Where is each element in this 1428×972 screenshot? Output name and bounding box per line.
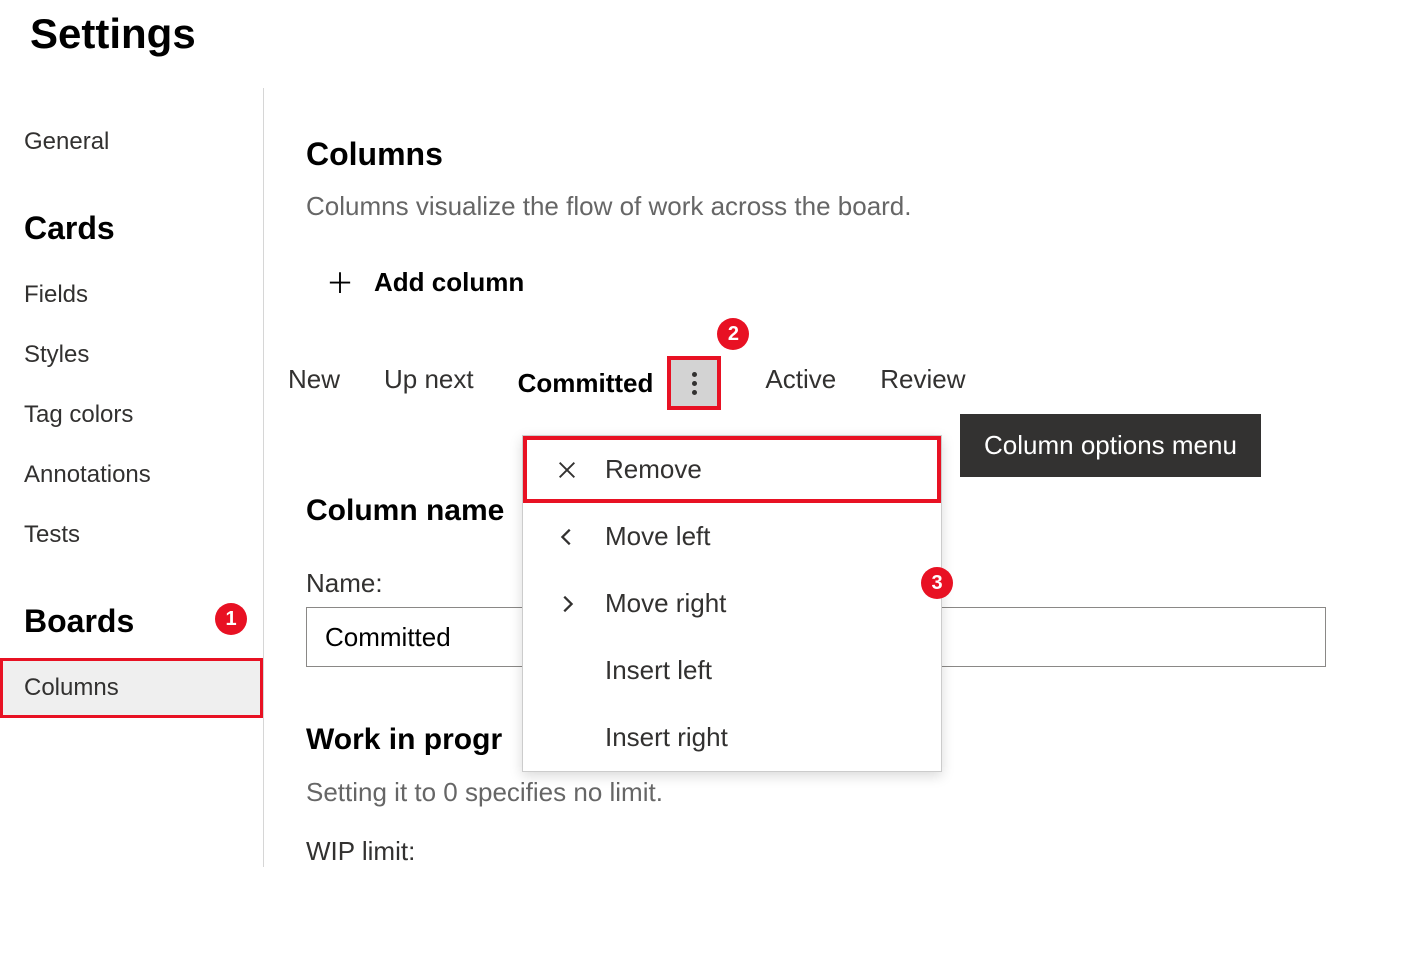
tab-committed[interactable]: Committed — [518, 360, 654, 407]
menu-item-insert-left[interactable]: Insert left — [523, 637, 941, 704]
menu-item-label: Remove — [605, 454, 702, 485]
menu-item-label: Insert left — [605, 655, 712, 686]
tab-review[interactable]: Review — [880, 356, 965, 410]
menu-item-label: Move right — [605, 588, 726, 619]
menu-item-remove[interactable]: Remove — [523, 436, 941, 503]
sidebar-item-annotations[interactable]: Annotations — [0, 445, 263, 505]
chevron-right-icon — [553, 593, 581, 615]
sidebar-item-styles[interactable]: Styles — [0, 325, 263, 385]
columns-description: Columns visualize the flow of work acros… — [306, 191, 1428, 222]
settings-sidebar: General Cards Fields Styles Tag colors A… — [0, 88, 264, 867]
tab-new[interactable]: New — [288, 356, 340, 410]
add-column-label: Add column — [374, 267, 524, 298]
close-icon — [553, 459, 581, 481]
callout-badge-2: 2 — [717, 318, 749, 350]
chevron-left-icon — [553, 526, 581, 548]
menu-item-label: Move left — [605, 521, 711, 552]
menu-item-move-left[interactable]: Move left 3 — [523, 503, 941, 570]
columns-heading: Columns — [306, 136, 1428, 173]
menu-item-label: Insert right — [605, 722, 728, 753]
column-options-tooltip: Column options menu — [960, 414, 1261, 477]
sidebar-item-general[interactable]: General — [0, 112, 263, 172]
column-tabs: New Up next Committed 2 Active Review — [288, 356, 1428, 410]
callout-badge-1: 1 — [215, 603, 247, 635]
tab-up-next[interactable]: Up next — [384, 356, 474, 410]
sidebar-item-columns[interactable]: Columns — [0, 658, 263, 718]
plus-icon: ＋ — [326, 262, 354, 302]
sidebar-item-fields[interactable]: Fields — [0, 265, 263, 325]
sidebar-item-tests[interactable]: Tests — [0, 505, 263, 565]
sidebar-item-tag-colors[interactable]: Tag colors — [0, 385, 263, 445]
wip-limit-label: WIP limit: — [306, 836, 1428, 867]
more-vertical-icon — [692, 372, 697, 395]
column-options-menu: Remove Move left 3 Move right Insert lef… — [522, 435, 942, 772]
menu-item-move-right[interactable]: Move right — [523, 570, 941, 637]
wip-description: Setting it to 0 specifies no limit. — [306, 777, 1428, 808]
menu-item-insert-right[interactable]: Insert right — [523, 704, 941, 771]
sidebar-section-cards: Cards — [0, 202, 263, 265]
add-column-button[interactable]: ＋ Add column — [306, 262, 1428, 302]
page-title: Settings — [0, 0, 1428, 88]
column-options-button[interactable]: 2 — [667, 356, 721, 410]
tab-active[interactable]: Active — [765, 356, 836, 410]
